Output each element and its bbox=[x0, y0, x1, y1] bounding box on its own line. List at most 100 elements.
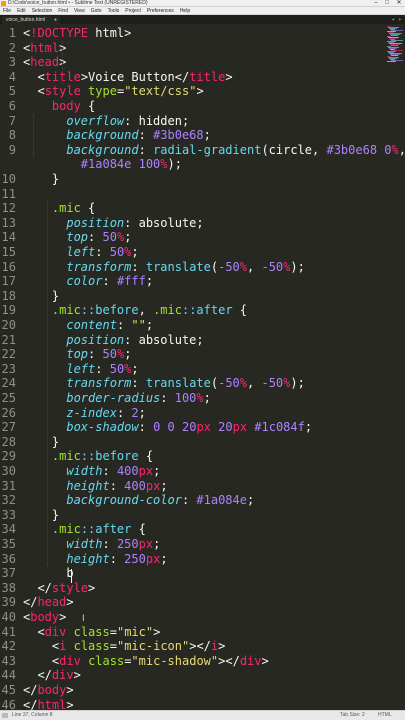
line-number: 17 bbox=[1, 274, 16, 289]
code-line: left: 50%; bbox=[66, 361, 139, 376]
line-number: 22 bbox=[1, 347, 16, 362]
tab-label: voice_button.html bbox=[6, 17, 46, 23]
line-number: 38 bbox=[1, 580, 16, 595]
menu-selection[interactable]: Selection bbox=[32, 7, 53, 14]
line-number: 27 bbox=[1, 420, 16, 435]
text-cursor bbox=[71, 569, 72, 583]
code-line: background-color: #1a084e; bbox=[66, 493, 255, 508]
line-number: 3 bbox=[8, 55, 16, 70]
line-number: 40 bbox=[1, 610, 16, 624]
line-number: 25 bbox=[1, 391, 16, 405]
sublime-app-icon bbox=[1, 1, 6, 6]
code-line: .mic { bbox=[51, 201, 96, 216]
code-line: <body> bbox=[23, 610, 67, 624]
menu-project[interactable]: Project bbox=[125, 7, 141, 14]
code-line: <head> bbox=[23, 55, 67, 70]
line-number: 11 bbox=[1, 186, 16, 201]
line-number: 32 bbox=[1, 493, 16, 508]
line-number: 31 bbox=[1, 478, 16, 493]
line-number: 9 bbox=[8, 142, 16, 157]
code-line: <html> bbox=[23, 40, 67, 55]
line-number: 35 bbox=[1, 537, 16, 551]
minimap-line bbox=[391, 55, 398, 56]
ibeam-mouse-cursor-icon: I bbox=[82, 614, 85, 624]
minimize-button[interactable]: – bbox=[371, 0, 381, 7]
line-number: 45 bbox=[1, 683, 16, 697]
minimap-line bbox=[391, 35, 398, 36]
code-line: } bbox=[23, 288, 60, 303]
line-number: 36 bbox=[1, 551, 16, 566]
line-number: 10 bbox=[1, 172, 16, 186]
code-line: <style type="text/css"> bbox=[37, 84, 204, 99]
menu-find[interactable]: Find bbox=[58, 7, 68, 14]
tab-dirty-icon[interactable]: ● bbox=[54, 16, 57, 24]
tab-size-selector[interactable]: Tab Size: 2 bbox=[340, 711, 365, 720]
code-line: content: ""; bbox=[66, 318, 154, 332]
line-number: 4 bbox=[8, 69, 16, 84]
code-line: height: 400px; bbox=[66, 478, 168, 493]
line-number: 28 bbox=[1, 434, 16, 449]
code-line: </div> bbox=[37, 668, 81, 683]
menu-preferences[interactable]: Preferences bbox=[147, 7, 174, 14]
line-number: 7 bbox=[8, 113, 16, 128]
code-line: transform: translate(-50%, -50%); bbox=[66, 259, 305, 274]
code-line: transform: translate(-50%, -50%); bbox=[66, 376, 305, 391]
line-number: 1 bbox=[8, 26, 16, 40]
code-line: height: 250px; bbox=[66, 551, 168, 566]
line-number: 30 bbox=[1, 464, 16, 478]
code-line: body { bbox=[51, 99, 96, 113]
code-line: </style> bbox=[37, 580, 96, 595]
menu-edit[interactable]: Edit bbox=[17, 7, 26, 14]
code-line: background: radial-gradient(circle, #3b0… bbox=[66, 142, 405, 157]
line-number: 34 bbox=[1, 522, 16, 537]
code-line: overflow: hidden; bbox=[66, 113, 190, 128]
code-line: z-index: 2; bbox=[66, 405, 146, 420]
line-number: 41 bbox=[1, 624, 16, 639]
line-number: 26 bbox=[1, 405, 16, 420]
code-line: </body> bbox=[23, 683, 74, 697]
code-line: background: #3b0e68; bbox=[66, 128, 211, 143]
panel-toggle-icon[interactable] bbox=[2, 713, 8, 718]
code-line: b bbox=[23, 566, 74, 581]
line-number: 42 bbox=[1, 639, 16, 654]
code-line: color: #fff; bbox=[66, 274, 154, 289]
status-bar: Line 37, Column 8 Tab Size: 2 HTML bbox=[0, 710, 405, 720]
code-editor[interactable]: 1 2 3 4 5 6 7 8 9 10 11 12 13 14 15 16 17 18 19 20 21 22 23 24 2… bbox=[0, 26, 405, 712]
code-line: top: 50%; bbox=[66, 347, 132, 362]
close-window-button[interactable]: ✕ bbox=[394, 0, 404, 7]
code-line: <!DOCTYPE html> bbox=[23, 26, 132, 40]
cursor-position: Line 37, Column 8 bbox=[12, 712, 53, 718]
line-number: 21 bbox=[1, 332, 16, 347]
code-line: .mic::before, .mic::after { bbox=[51, 303, 247, 318]
code-line: width: 250px; bbox=[66, 537, 161, 551]
menu-goto[interactable]: Goto bbox=[91, 7, 102, 14]
minimap[interactable] bbox=[385, 26, 403, 66]
menu-bar: File Edit Selection Find View Goto Tools… bbox=[0, 7, 405, 15]
code-line: width: 400px; bbox=[66, 464, 161, 478]
code-line: border-radius: 100%; bbox=[66, 391, 211, 405]
line-number: 37 bbox=[1, 566, 16, 581]
line-number: 13 bbox=[1, 215, 16, 230]
menu-view[interactable]: View bbox=[74, 7, 85, 14]
line-number: 15 bbox=[1, 245, 16, 259]
menu-tools[interactable]: Tools bbox=[108, 7, 120, 14]
window-title: D:\Code\voice_button.html • - Sublime Te… bbox=[8, 0, 148, 6]
code-line: <i class="mic-icon"></i> bbox=[51, 639, 226, 654]
code-line: <title>Voice Button</title> bbox=[37, 69, 233, 84]
menu-file[interactable]: File bbox=[3, 7, 11, 14]
tab-voice-button-html[interactable]: voice_button.html ● bbox=[2, 16, 60, 24]
code-line: #1a084e 100%); bbox=[80, 157, 182, 172]
maximize-button[interactable]: □ bbox=[382, 0, 392, 7]
title-bar: D:\Code\voice_button.html • - Sublime Te… bbox=[0, 0, 405, 7]
code-line: position: absolute; bbox=[66, 215, 204, 230]
code-line: } bbox=[23, 172, 60, 186]
code-line: <div class="mic"> bbox=[37, 624, 161, 639]
line-number: 5 bbox=[8, 84, 16, 99]
line-number: 16 bbox=[1, 259, 16, 274]
code-line: } bbox=[23, 507, 60, 522]
syntax-selector[interactable]: HTML bbox=[378, 711, 392, 720]
indent-guide bbox=[62, 40, 63, 85]
line-number: 8 bbox=[8, 128, 16, 143]
menu-help[interactable]: Help bbox=[180, 7, 190, 14]
tab-scroll-arrows-icon[interactable]: ◂ ▸ bbox=[391, 15, 402, 24]
